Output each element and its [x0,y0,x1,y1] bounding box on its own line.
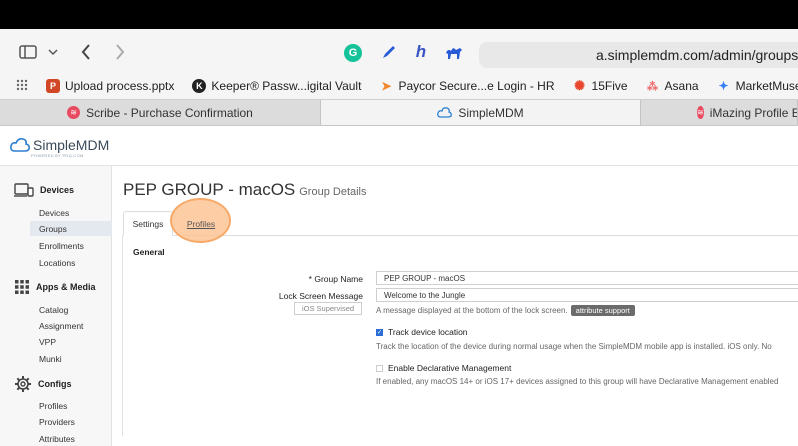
powerpoint-icon: P [46,79,60,93]
declarative-checkbox-row[interactable]: Enable Declarative Management [376,363,511,373]
bookmark-item[interactable]: ➤ Paycor Secure...e Login - HR [379,79,554,93]
lock-screen-input[interactable]: Welcome to the Jungle [376,288,798,302]
gear-icon [15,376,31,392]
logo-subtext: POWERED BY PDQ.COM [31,153,84,158]
sidebar-item-groups[interactable]: Groups [30,221,112,236]
forward-icon[interactable] [112,43,128,61]
chevron-down-icon[interactable] [47,46,59,58]
track-location-checkbox-row[interactable]: ✓ Track device location [376,327,468,337]
bookmark-item[interactable]: ✦MarketMuse | ...ent Plann [717,79,798,93]
sidebar-item-locations[interactable]: Locations [30,255,112,270]
sidebar-item-providers[interactable]: Providers [30,414,112,429]
sidebar-item-munki[interactable]: Munki [30,351,112,366]
grammarly-icon[interactable]: G [344,44,362,62]
lock-screen-label: Lock Screen Message [278,291,363,301]
sidebar-item-attributes[interactable]: Attributes [30,431,112,446]
bookmark-item[interactable]: ✺ 15Five [573,78,627,93]
page-subtitle: Group Details [299,186,367,198]
track-location-help: Track the location of the device during … [376,342,772,351]
back-icon[interactable] [78,43,94,61]
sidebar-item-catalog[interactable]: Catalog [30,302,112,317]
sidebar-item-enrollments[interactable]: Enrollments [30,238,112,253]
pen-icon[interactable] [380,43,398,61]
apps-grid-icon[interactable] [16,79,28,94]
url-text: a.simplemdm.com/admin/groups/1 [596,47,798,63]
asana-icon: ⁂ [647,80,659,93]
required-mark: * [308,274,312,284]
camel-icon[interactable] [444,43,464,61]
scribe-icon: ≋ [67,106,81,119]
sidebar-item-vpp[interactable]: VPP [30,334,112,349]
simplemdm-logo[interactable]: SimpleMDM [10,137,109,153]
sidebar-item-profiles[interactable]: Profiles [30,398,112,413]
tab-profiles[interactable]: Profiles [177,211,225,236]
declarative-checkbox[interactable] [376,364,383,372]
app-header [0,126,798,166]
apps-grid-icon [15,280,29,294]
group-name-label: * Group Name [308,274,363,284]
browser-tab-imazing[interactable]: ≋ iMazing Profile E [641,100,798,125]
bookmark-item[interactable]: P Upload process.pptx [46,79,174,93]
page-title: PEP GROUP - macOS Group Details [123,180,367,199]
tab-settings[interactable]: Settings [123,211,173,236]
lock-screen-help: A message displayed at the bottom of the… [376,305,635,316]
scribe-icon: ≋ [697,106,704,119]
15five-icon: ✺ [574,78,585,93]
url-bar[interactable]: a.simplemdm.com/admin/groups/1 [479,42,798,68]
ios-supervised-badge: iOS Supervised [294,302,362,315]
declarative-help: If enabled, any macOS 14+ or iOS 17+ dev… [376,377,779,386]
track-location-checkbox[interactable]: ✓ [376,328,383,336]
hypothesis-icon[interactable]: h [412,42,430,62]
bookmark-item[interactable]: K Keeper® Passw...igital Vault [192,79,361,93]
devices-icon [14,183,34,197]
browser-tab-scribe[interactable]: ≋ Scribe - Purchase Confirmation [0,100,321,125]
sidebar-toggle-icon[interactable] [18,45,38,59]
keeper-icon: K [192,79,207,93]
attribute-support-badge[interactable]: attribute support [570,305,635,316]
browser-tab-simplemdm[interactable]: SimpleMDM [321,100,641,125]
sidebar-item-assignment[interactable]: Assignment [30,318,112,333]
sidebar-section-devices[interactable]: Devices [14,183,74,197]
sidebar-section-apps-media[interactable]: Apps & Media [14,279,96,295]
cloud-logo-icon [10,138,30,152]
paycor-icon: ➤ [381,79,392,93]
bookmarks-bar: P Upload process.pptx K Keeper® Passw...ig… [0,73,798,99]
section-heading-general: General [133,247,165,257]
cloud-icon [437,107,453,118]
marketmuse-icon: ✦ [718,79,729,93]
sidebar-item-devices[interactable]: Devices [30,205,112,220]
browser-tabs: ≋ Scribe - Purchase Confirmation SimpleM… [0,99,798,126]
group-name-input[interactable]: PEP GROUP - macOS [376,271,798,285]
top-black-bar [0,0,798,29]
sidebar-section-configs[interactable]: Configs [14,375,72,393]
bookmark-item[interactable]: ⁂ Asana [646,79,699,93]
